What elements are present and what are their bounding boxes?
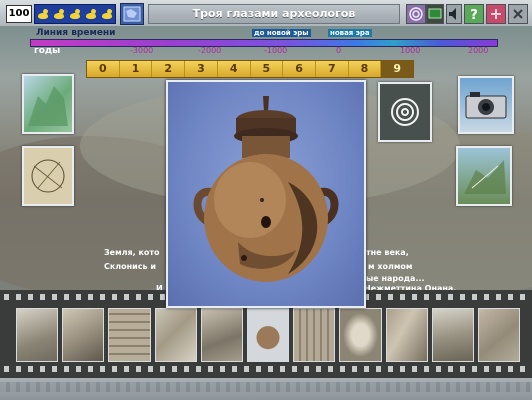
duck-icon: [37, 9, 49, 19]
era-ad-label: новая эра: [328, 29, 372, 37]
layer-slot-7[interactable]: 7: [316, 61, 349, 77]
ruins-drawing: [464, 160, 506, 194]
thumbnail-row: [16, 308, 521, 362]
years-label: годы: [34, 46, 61, 56]
film-thumbnail-9[interactable]: [385, 308, 428, 362]
spiral-icon: [409, 7, 423, 21]
main-artifact-photo: [166, 80, 366, 308]
duck-icon: [85, 9, 97, 19]
grid-icon: [491, 9, 501, 19]
film-thumbnail-2[interactable]: [62, 308, 105, 362]
film-thumbnail-6[interactable]: [246, 308, 290, 362]
layer-slot-6[interactable]: 6: [283, 61, 316, 77]
layer-slot-3[interactable]: 3: [185, 61, 218, 77]
layer-selector: 0 1 2 3 4 5 6 7 8 9: [86, 60, 414, 78]
amphora-image: [193, 96, 339, 282]
duck-icon: [53, 9, 65, 19]
plan-drawing: [31, 159, 65, 193]
film-thumbnail-4[interactable]: [154, 308, 197, 362]
timeline-label: Линия времени: [36, 28, 116, 38]
story-line: м холмом: [368, 262, 413, 271]
monitor-icon: [428, 8, 442, 19]
settings-button[interactable]: [486, 4, 506, 24]
film-thumbnail-1[interactable]: [16, 308, 59, 362]
sound-button[interactable]: [446, 4, 462, 24]
help-button[interactable]: ?: [464, 4, 484, 24]
spiral-icon: [391, 98, 419, 126]
film-thumbnail-10[interactable]: [431, 308, 474, 362]
layer-slot-4[interactable]: 4: [218, 61, 251, 77]
footer-pattern: [0, 382, 532, 392]
layer-slot-2[interactable]: 2: [152, 61, 186, 77]
map-icon: [123, 6, 141, 22]
layer-slot-9[interactable]: 9: [381, 61, 414, 77]
close-button[interactable]: [508, 4, 528, 24]
close-icon: [513, 9, 523, 19]
layer-slot-1[interactable]: 1: [120, 61, 153, 77]
layer-slot-0[interactable]: 0: [87, 61, 120, 77]
duck-lives: [34, 4, 116, 24]
layer-slot-5[interactable]: 5: [251, 61, 284, 77]
ruins-thumbnail[interactable]: [456, 146, 512, 206]
plan-thumbnail[interactable]: [22, 146, 74, 206]
camera-icon: [465, 92, 507, 119]
timeline-tick: 2000: [468, 46, 489, 55]
layer-slot-8[interactable]: 8: [349, 61, 382, 77]
story-line: ые народа...: [366, 274, 425, 283]
timeline-tick: 0: [336, 46, 342, 55]
story-line: Земля, кото: [104, 248, 160, 257]
film-thumbnail-3[interactable]: [108, 308, 151, 362]
map-thumbnail[interactable]: [22, 74, 74, 134]
film-perforations: [4, 366, 528, 372]
coastline-shape: [28, 86, 68, 126]
app-window: 100 Троя глазами археологов ? Линия врем…: [0, 0, 532, 400]
speaker-icon: [449, 8, 456, 20]
camera-thumbnail[interactable]: [458, 76, 514, 134]
film-thumbnail-11[interactable]: [477, 308, 521, 362]
spiral-thumbnail[interactable]: [378, 82, 432, 142]
story-line: Склонись и: [104, 262, 156, 271]
film-thumbnail-7[interactable]: [293, 308, 336, 362]
timeline-tick: -1000: [264, 46, 288, 55]
story-line: тне века,: [366, 248, 409, 257]
top-toolbar: 100 Троя глазами археологов ?: [0, 0, 532, 27]
help-icon: ?: [470, 8, 478, 23]
duck-icon: [69, 9, 81, 19]
score-counter: 100: [6, 5, 32, 23]
timeline-tick: 1000: [400, 46, 421, 55]
film-thumbnail-8[interactable]: [339, 308, 382, 362]
timeline[interactable]: Линия времени до новой эры новая эра год…: [30, 28, 500, 58]
screen-button[interactable]: [426, 4, 444, 24]
era-bc-label: до новой эры: [252, 29, 311, 37]
spiral-button[interactable]: [406, 4, 426, 24]
film-thumbnail-5[interactable]: [200, 308, 243, 362]
timeline-tick: -2000: [198, 46, 222, 55]
page-title: Троя глазами археологов: [148, 4, 400, 24]
map-button[interactable]: [120, 3, 144, 25]
svg-text:?: ?: [470, 8, 478, 23]
duck-icon: [101, 9, 113, 19]
timeline-tick: -3000: [130, 46, 154, 55]
